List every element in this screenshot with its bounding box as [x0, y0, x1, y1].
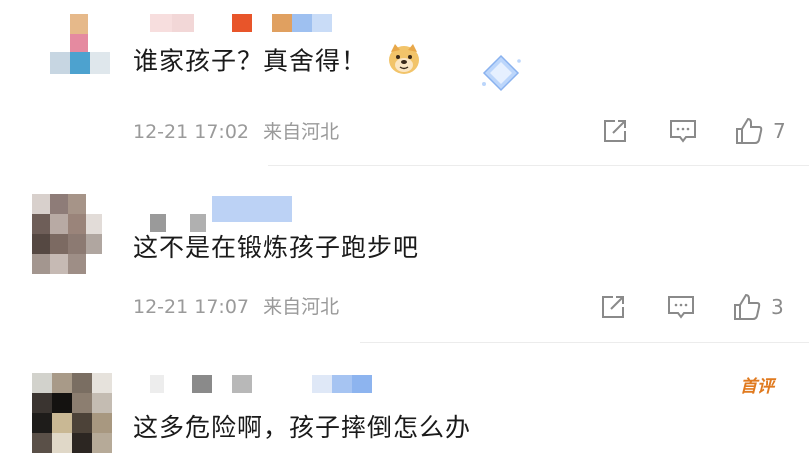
comment-time: 12-21 17:07 — [133, 296, 250, 318]
like-count: 7 — [773, 119, 786, 143]
first-comment-badge: 首评 — [740, 377, 774, 397]
like-button[interactable]: 3 — [731, 291, 784, 323]
thumbs-up-icon — [731, 291, 763, 323]
comment-text: 这多危险啊，孩子摔倒怎么办 — [133, 413, 472, 442]
comment-icon — [668, 117, 698, 145]
username-blurred[interactable] — [150, 196, 300, 232]
comment-location: 来自河北 — [263, 121, 340, 143]
comment-item: 谁家孩子？真舍得！ 12-21 17:02 来自河北 7 — [0, 0, 809, 165]
comment-meta: 12-21 17:02 来自河北 — [133, 120, 339, 144]
share-icon — [599, 293, 627, 321]
reply-button[interactable] — [666, 293, 696, 321]
avatar[interactable] — [50, 14, 112, 76]
username-blurred[interactable] — [150, 14, 340, 32]
thumbs-up-icon — [733, 115, 765, 147]
comment-time: 12-21 17:02 — [133, 121, 250, 143]
share-button[interactable] — [599, 293, 627, 321]
like-button[interactable]: 7 — [733, 115, 786, 147]
like-count: 3 — [771, 295, 784, 319]
comment-icon — [666, 293, 696, 321]
diamond-badge-icon — [478, 52, 524, 98]
comment-location: 来自河北 — [263, 296, 340, 318]
comment-text: 这不是在锻炼孩子跑步吧 — [133, 233, 420, 262]
comment-text: 谁家孩子？真舍得！ — [133, 42, 422, 83]
avatar[interactable] — [32, 194, 102, 274]
reply-button[interactable] — [668, 117, 698, 145]
avatar[interactable] — [32, 373, 114, 466]
comment-item: 这不是在锻炼孩子跑步吧 12-21 17:07 来自河北 3 — [0, 166, 809, 342]
username-blurred[interactable] — [150, 375, 380, 393]
share-icon — [601, 117, 629, 145]
comment-item: 这多危险啊，孩子摔倒怎么办 — [0, 343, 809, 466]
comment-meta: 12-21 17:07 来自河北 — [133, 295, 339, 319]
share-button[interactable] — [601, 117, 629, 145]
doge-emoji-icon — [386, 42, 422, 83]
